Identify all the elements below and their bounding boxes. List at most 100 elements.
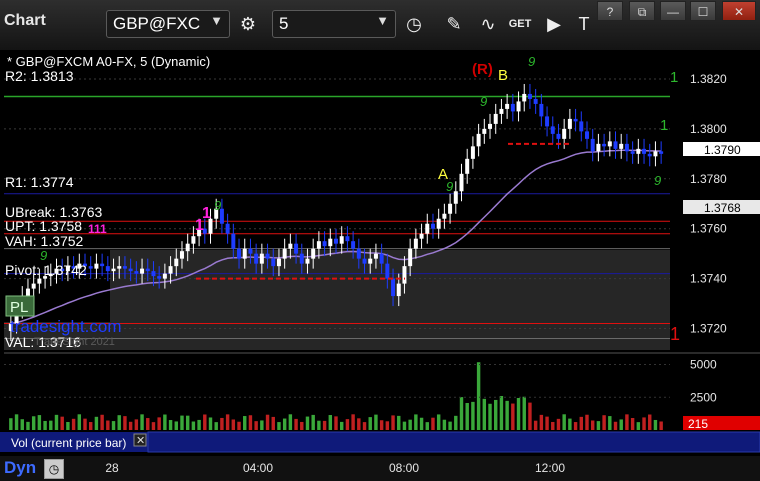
price-chart[interactable]: 1.3820 1.3800 1.3780 1.3760 1.3740 1.3720 * G… <box>0 50 760 456</box>
r-marker: (R) <box>472 61 493 78</box>
candle-body <box>402 266 407 284</box>
y-tick-label: 1.3760 <box>690 222 727 236</box>
volume-bar <box>77 414 82 430</box>
candle-body <box>105 266 110 272</box>
candle-body <box>305 258 310 264</box>
chevron-down-icon[interactable]: ▼ <box>210 13 223 28</box>
candle-body <box>408 248 413 267</box>
volume-bar <box>608 416 612 430</box>
volume-bar <box>339 421 344 430</box>
volume-bar <box>271 416 275 430</box>
volume-tick-label: 2500 <box>690 390 717 404</box>
volume-bar <box>294 418 298 430</box>
candle-body <box>596 143 601 152</box>
volume-bar <box>602 415 606 430</box>
candle-body <box>482 128 487 134</box>
count-9-mid: 9 <box>480 94 487 109</box>
interval-field[interactable]: 5 ▼ <box>272 10 396 38</box>
candle-body <box>174 258 179 267</box>
symbol-field[interactable]: GBP@FXC ▼ <box>106 10 230 38</box>
volume-bar <box>191 421 196 430</box>
volume-bar <box>573 422 578 430</box>
candle-body <box>328 238 333 247</box>
volume-bar <box>128 421 133 430</box>
volume-bar <box>317 420 321 430</box>
candle-body <box>31 283 36 289</box>
candle-body <box>647 153 652 157</box>
volume-bar <box>43 420 47 430</box>
y-tick-label: 1.3820 <box>690 72 727 86</box>
volume-bar <box>351 414 355 430</box>
candle-body <box>237 248 242 259</box>
volume-bar <box>625 414 629 430</box>
volume-bar <box>260 420 264 430</box>
candle-body <box>436 218 441 229</box>
volume-bar <box>533 420 538 430</box>
volume-bar <box>60 416 64 430</box>
volume-bar <box>596 421 601 430</box>
volume-bar <box>300 421 304 430</box>
volume-bar <box>265 414 270 430</box>
minimize-button[interactable]: — <box>660 1 686 21</box>
volume-bar <box>117 415 121 430</box>
watermark-sub: TradeSight 2021 <box>34 336 115 348</box>
candle-body <box>516 101 521 112</box>
candle-body <box>265 253 270 259</box>
indicator-icon[interactable]: ∿ <box>474 10 502 38</box>
text-tool-icon[interactable]: T <box>570 10 598 38</box>
candle-body <box>151 271 156 277</box>
volume-bar <box>425 422 429 430</box>
volume-bar <box>431 417 435 430</box>
candle-body <box>128 268 133 272</box>
candle-body <box>539 103 544 117</box>
x-tick-label: 12:00 <box>535 461 565 475</box>
candle-body <box>322 241 327 247</box>
candle-body <box>316 241 321 249</box>
candle-body <box>351 241 356 249</box>
volume-bar <box>180 415 184 430</box>
candle-body <box>25 288 30 297</box>
count-9-left: 9 <box>214 198 221 213</box>
volume-bar <box>208 417 213 430</box>
candle-body <box>368 258 373 264</box>
volume-bar <box>374 414 378 430</box>
pl-box-label: PL <box>10 299 28 316</box>
volume-bar <box>471 401 475 430</box>
restore-button[interactable]: ⧉ <box>629 1 655 21</box>
candle-body <box>299 253 304 264</box>
count-1-r2: 1 <box>670 69 678 86</box>
volume-bar <box>397 415 401 430</box>
volume-bar <box>83 418 87 430</box>
play-icon[interactable]: ▶ <box>540 10 568 38</box>
close-button[interactable]: ✕ <box>722 1 756 21</box>
candle-body <box>459 173 464 192</box>
candle-body <box>556 133 561 139</box>
candle-body <box>579 121 584 132</box>
maximize-button[interactable]: ☐ <box>690 1 716 21</box>
volume-bar <box>277 422 281 430</box>
count-magenta-row: 111 <box>88 222 107 236</box>
count-magenta-2: 1 <box>202 205 211 222</box>
clock-icon[interactable]: ◷ <box>400 10 428 38</box>
watermark: tradesight.com <box>10 317 122 336</box>
candle-body <box>179 251 184 259</box>
candle-body <box>145 268 150 272</box>
candle-body <box>419 233 424 239</box>
last-price: 1.3790 <box>704 143 741 157</box>
chevron-down-icon[interactable]: ▼ <box>376 13 389 28</box>
candle-body <box>94 263 99 269</box>
volume-bar <box>362 422 367 430</box>
volume-bar <box>288 414 293 430</box>
settings-gear-icon[interactable]: ⚙ <box>234 10 262 38</box>
volume-bar <box>568 418 572 430</box>
candle-body <box>122 266 127 269</box>
get-icon[interactable]: GET <box>506 10 534 38</box>
b-marker: B <box>498 67 508 84</box>
footer-dyn-label: Dyn <box>4 458 37 477</box>
pencil-icon[interactable]: ✎ <box>440 10 468 38</box>
volume-bar <box>54 414 59 430</box>
help-button[interactable]: ? <box>597 1 623 21</box>
candle-body <box>37 278 42 284</box>
volume-bar <box>385 421 390 430</box>
volume-bar <box>642 417 646 430</box>
